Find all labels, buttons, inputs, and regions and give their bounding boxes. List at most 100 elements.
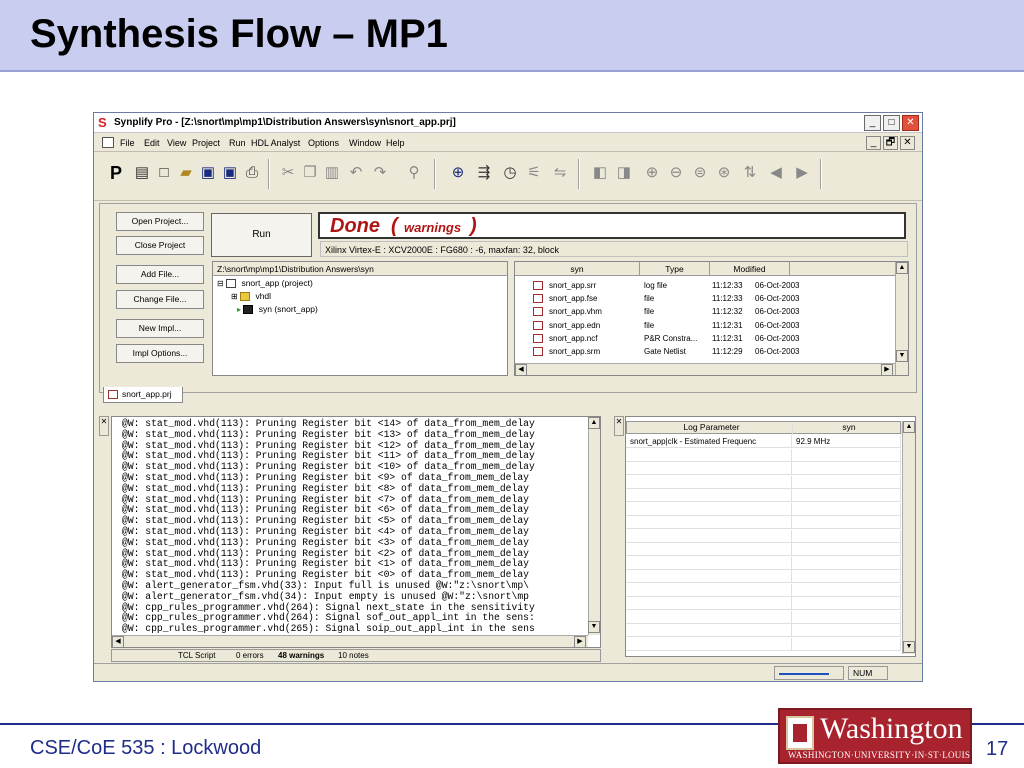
find-icon[interactable]: ⚲ xyxy=(404,163,424,183)
menu-view[interactable]: View xyxy=(167,138,186,148)
scroll-left-arrow[interactable]: ◀ xyxy=(515,364,527,376)
timer-icon[interactable]: ◷ xyxy=(500,163,520,183)
param-row[interactable] xyxy=(626,556,901,570)
file-row[interactable]: snort_app.srm Gate Netlist 11:12:29 06-Oct-… xyxy=(515,345,895,358)
param-row[interactable] xyxy=(626,448,901,462)
p-logo-icon[interactable]: P xyxy=(106,163,126,183)
scroll-down-arrow[interactable]: ▼ xyxy=(588,621,600,633)
menu-run[interactable]: Run xyxy=(229,138,246,148)
run-button[interactable]: Run xyxy=(211,213,312,257)
status-warnings-link[interactable]: warnings xyxy=(404,220,461,235)
new-file-icon[interactable]: □ xyxy=(154,163,174,183)
impl-options-button[interactable]: Impl Options... xyxy=(116,344,204,363)
file-row[interactable]: snort_app.vhm file 11:12:32 06-Oct-2003 xyxy=(515,305,895,318)
log-hscrollbar[interactable]: ◀ ▶ xyxy=(112,635,588,648)
zoom-icon[interactable]: ⊕ xyxy=(448,163,468,183)
copy-icon[interactable]: ❐ xyxy=(300,163,320,183)
file-row[interactable]: snort_app.srr log file 11:12:33 06-Oct-2003 xyxy=(515,279,895,292)
save-icon[interactable]: ▣ xyxy=(198,163,218,183)
menu-help[interactable]: Help xyxy=(386,138,405,148)
cut-icon[interactable]: ✂ xyxy=(278,163,298,183)
log-line[interactable]: @W: cpp_rules_programmer.vhd(265): Signa… xyxy=(122,623,535,635)
back-icon[interactable]: ◧ xyxy=(590,163,610,183)
forward-icon[interactable]: ◨ xyxy=(614,163,634,183)
minimize-button[interactable]: _ xyxy=(864,115,881,131)
param-row[interactable] xyxy=(626,462,901,475)
push-icon[interactable]: ⇶ xyxy=(474,163,494,183)
zoom-out-icon[interactable]: ⊖ xyxy=(666,163,686,183)
param-row[interactable] xyxy=(626,610,901,624)
column-header-name[interactable]: syn xyxy=(515,262,640,276)
maximize-button[interactable]: □ xyxy=(883,115,900,131)
scroll-left-arrow[interactable]: ◀ xyxy=(112,636,124,648)
file-list-scrollbar[interactable]: ▲ ▼ xyxy=(895,262,908,375)
menu-file[interactable]: File xyxy=(120,138,135,148)
zoom-fit-icon[interactable]: ⊜ xyxy=(690,163,710,183)
column-header-syn[interactable]: syn xyxy=(793,422,902,435)
file-list-hscrollbar[interactable]: ◀ ▶ xyxy=(515,363,895,376)
mdi-restore-button[interactable]: 🗗 xyxy=(883,136,898,150)
new-impl-button[interactable]: New Impl... xyxy=(116,319,204,338)
mdi-minimize-button[interactable]: _ xyxy=(866,136,881,150)
redo-icon[interactable]: ↷ xyxy=(370,163,390,183)
zoom-full-icon[interactable]: ⊛ xyxy=(714,163,734,183)
menu-options[interactable]: Options xyxy=(308,138,339,148)
tree-item-project[interactable]: ⊟ snort_app (project) xyxy=(217,278,313,289)
log-line[interactable]: @W: stat_mod.vhd(113): Pruning Register … xyxy=(122,429,535,441)
tab-snort-app-prj[interactable]: snort_app.prj xyxy=(103,387,183,403)
close-button[interactable]: ✕ xyxy=(902,115,919,131)
log-line[interactable]: @W: alert_generator_fsm.vhd(34): Input e… xyxy=(122,591,529,603)
save-all-icon[interactable]: ▣ xyxy=(220,163,240,183)
param-row[interactable] xyxy=(626,475,901,489)
paste-icon[interactable]: ▥ xyxy=(322,163,342,183)
param-row[interactable] xyxy=(626,570,901,583)
column-header-type[interactable]: Type xyxy=(640,262,710,276)
sort-icon[interactable]: ⇅ xyxy=(740,163,760,183)
menu-project[interactable]: Project xyxy=(192,138,220,148)
scroll-down-arrow[interactable]: ▼ xyxy=(896,350,908,362)
file-row[interactable]: snort_app.fse file 11:12:33 06-Oct-2003 xyxy=(515,292,895,305)
scroll-down-arrow[interactable]: ▼ xyxy=(903,641,915,653)
param-row[interactable] xyxy=(626,489,901,502)
change-file-button[interactable]: Change File... xyxy=(116,290,204,309)
close-project-button[interactable]: Close Project xyxy=(116,236,204,255)
param-row[interactable] xyxy=(626,637,901,651)
file-row[interactable]: snort_app.edn file 11:12:31 06-Oct-2003 xyxy=(515,319,895,332)
param-row[interactable] xyxy=(626,583,901,597)
tree-item-syn[interactable]: ▸ syn (snort_app) xyxy=(237,304,318,315)
column-header-log-parameter[interactable]: Log Parameter xyxy=(627,422,793,435)
scroll-right-arrow[interactable]: ▶ xyxy=(881,364,893,376)
print-icon[interactable]: ⎙ xyxy=(242,163,262,183)
tree-item-vhdl[interactable]: ⊞ vhdl xyxy=(231,291,271,302)
open-folder-icon[interactable]: ▰ xyxy=(176,163,196,183)
next-icon[interactable]: ▶ xyxy=(792,163,812,183)
menu-edit[interactable]: Edit xyxy=(144,138,160,148)
column-header-modified[interactable]: Modified xyxy=(710,262,790,276)
scroll-up-arrow[interactable]: ▲ xyxy=(903,421,915,433)
param-row[interactable] xyxy=(626,624,901,637)
filter-icon[interactable]: ⚟ xyxy=(524,163,544,183)
log-scrollbar[interactable]: ▲ ▼ xyxy=(588,417,600,635)
window-title-bar[interactable]: S Synplify Pro - [Z:\snort\mp\mp1\Distri… xyxy=(94,113,922,133)
mdi-close-button[interactable]: ✕ xyxy=(900,136,915,150)
zoom-in-icon[interactable]: ⊕ xyxy=(642,163,662,183)
tab-notes[interactable]: 10 notes xyxy=(338,650,369,662)
param-row[interactable] xyxy=(626,543,901,556)
param-row[interactable] xyxy=(626,597,901,610)
log-line[interactable]: @W: stat_mod.vhd(113): Pruning Register … xyxy=(122,483,529,495)
undo-icon[interactable]: ↶ xyxy=(346,163,366,183)
param-row[interactable] xyxy=(626,529,901,543)
log-line[interactable]: @W: stat_mod.vhd(113): Pruning Register … xyxy=(122,537,529,549)
hdl-icon[interactable]: ▤ xyxy=(132,163,152,183)
menu-window[interactable]: Window xyxy=(349,138,381,148)
document-icon[interactable] xyxy=(102,137,114,148)
param-row[interactable] xyxy=(626,502,901,516)
menu-hdl-analyst[interactable]: HDL Analyst xyxy=(251,138,300,148)
scroll-up-arrow[interactable]: ▲ xyxy=(896,262,908,274)
params-scrollbar[interactable]: ▲ ▼ xyxy=(902,421,915,654)
open-project-button[interactable]: Open Project... xyxy=(116,212,204,231)
tab-errors[interactable]: 0 errors xyxy=(236,650,264,662)
file-row[interactable]: snort_app.ncf P&R Constra... 11:12:31 06-Oc… xyxy=(515,332,895,345)
tab-tcl-script[interactable]: TCL Script xyxy=(178,650,216,662)
param-row[interactable] xyxy=(626,516,901,529)
